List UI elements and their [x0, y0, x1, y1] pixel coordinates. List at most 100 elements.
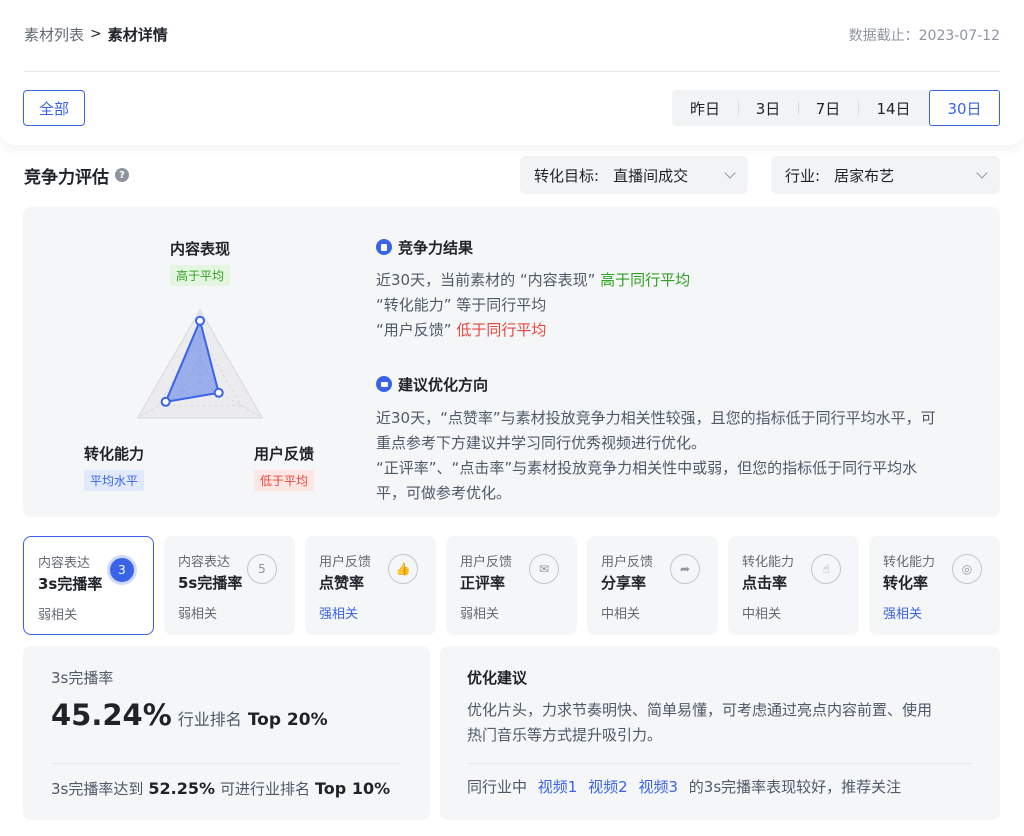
advice-heading: 建议优化方向 [376, 374, 488, 394]
play-3s-icon: 3 [107, 555, 137, 585]
detail-goal-value: 52.25% [148, 779, 215, 798]
radar-axis-feedback: 用户反馈 低于平均 [234, 443, 334, 491]
metric-card-positive-comment-rate[interactable]: 用户反馈 正评率 弱相关 ✉ [446, 536, 577, 635]
detail-goal-prefix: 3s完播率达到 [51, 780, 144, 798]
metric-name: 分享率 [601, 574, 647, 592]
date-range-segmented: 昨日 3日 7日 14日 30日 [672, 90, 1000, 126]
metric-name: 5s完播率 [178, 574, 243, 592]
advice-line: 平，可做参考优化。 [376, 484, 512, 502]
suggestion-line: 优化片头，力求节奏明快、简单易懂，可考虑通过亮点内容前置、使用 [467, 701, 933, 719]
metric-relevance: 弱相关 [38, 608, 78, 623]
advice-line: 重点参考下方建议并学习同行优秀视频进行优化。 [376, 434, 707, 452]
metric-category: 内容表达 [178, 555, 231, 570]
radar-point-content [195, 315, 205, 326]
radar-chart [136, 309, 264, 419]
result-line-conversion: “转化能力” 等于同行平均 [376, 296, 547, 314]
thumbs-up-icon: 👍 [388, 554, 418, 584]
conversion-target-select[interactable]: 转化目标: 直播间成交 [520, 156, 748, 194]
detail-value: 45.24% [51, 698, 172, 732]
comment-icon: ✉ [529, 554, 559, 584]
metric-relevance: 弱相关 [460, 607, 500, 622]
suggestion-text: 优化片头，力求节奏明快、简单易懂，可考虑通过亮点内容前置、使用 热门音乐等方式提… [467, 698, 987, 748]
metric-detail-panel: 3s完播率 45.24% 行业排名 Top 20% 3s完播率达到 52.25%… [23, 646, 430, 820]
radar-point-conversion [160, 396, 171, 407]
status-badge: 平均水平 [83, 470, 144, 491]
detail-goal-row: 3s完播率达到 52.25% 可进行业排名 Top 10% [51, 778, 390, 799]
metric-name: 3s完播率 [38, 575, 103, 593]
metric-category: 转化能力 [883, 555, 936, 570]
breadcrumb-separator: > [90, 26, 102, 42]
result-icon [376, 239, 392, 255]
breadcrumb: 素材列表 > 素材详情 [24, 24, 168, 44]
metric-relevance: 强相关 [319, 607, 359, 622]
result-text: 近30天，当前素材的 “内容表现” 高于同行平均 “转化能力” 等于同行平均 “… [376, 268, 976, 343]
result-line-feedback: “用户反馈” 低于同行平均 [376, 318, 976, 343]
metric-name: 点击率 [742, 574, 788, 592]
radar-axis-content: 内容表现 高于平均 [150, 238, 250, 286]
metric-category: 内容表达 [38, 556, 91, 571]
chevron-down-icon [724, 167, 736, 179]
radar-axis-label: 用户反馈 [253, 445, 314, 463]
detail-value-row: 45.24% 行业排名 Top 20% [51, 698, 328, 732]
range-option-yesterday[interactable]: 昨日 [672, 90, 738, 126]
suggestion-divider [467, 763, 973, 764]
detail-goal-mid: 可进行业排名 [220, 780, 311, 798]
suggestion-line: 热门音乐等方式提升吸引力。 [467, 726, 663, 744]
status-badge: 低于平均 [253, 470, 314, 491]
range-option-30d[interactable]: 30日 [929, 90, 1000, 126]
metric-card-conversion-rate[interactable]: 转化能力 转化率 强相关 ◎ [869, 536, 1000, 635]
radar-axis-label: 转化能力 [83, 445, 144, 463]
range-option-14d[interactable]: 14日 [858, 90, 929, 126]
header-divider [24, 71, 1000, 72]
section-title-text: 竞争力评估 [24, 167, 109, 188]
metric-card-share-rate[interactable]: 用户反馈 分享率 中相关 ➦ [587, 536, 718, 635]
metric-category: 用户反馈 [460, 555, 513, 570]
peer-prefix: 同行业中 [467, 778, 528, 796]
metric-name: 正评率 [460, 574, 506, 592]
detail-rank: Top 20% [247, 710, 328, 730]
industry-select[interactable]: 行业: 居家布艺 [771, 156, 1000, 194]
section-title: 竞争力评估 ? [24, 164, 129, 188]
range-option-3d[interactable]: 3日 [738, 90, 798, 126]
radar-point-feedback [213, 387, 224, 398]
metric-relevance: 中相关 [742, 607, 782, 622]
metric-card-click-rate[interactable]: 转化能力 点击率 中相关 ☝ [728, 536, 859, 635]
click-icon: ☝ [811, 554, 841, 584]
video-link-3[interactable]: 视频3 [638, 778, 678, 796]
video-link-2[interactable]: 视频2 [588, 778, 628, 796]
conversion-target-label: 转化目标: [534, 166, 600, 185]
result-title: 竞争力结果 [398, 238, 474, 257]
conversion-target-value: 直播间成交 [613, 166, 689, 185]
result-heading: 竞争力结果 [376, 237, 473, 257]
result-line-text: “用户反馈” [376, 321, 457, 339]
detail-divider [51, 763, 401, 764]
industry-label: 行业: [785, 166, 821, 185]
result-line-content: 近30天，当前素材的 “内容表现” 高于同行平均 [376, 268, 976, 293]
conversion-icon: ◎ [952, 554, 982, 584]
metric-name: 转化率 [883, 574, 929, 592]
breadcrumb-parent-link[interactable]: 素材列表 [24, 24, 84, 45]
metric-card-3s-completion[interactable]: 内容表达 3s完播率 弱相关 3 [23, 536, 154, 635]
suggestion-title: 优化建议 [467, 669, 528, 687]
metric-card-like-rate[interactable]: 用户反馈 点赞率 强相关 👍 [305, 536, 436, 635]
status-badge: 高于平均 [169, 265, 230, 286]
metric-name: 点赞率 [319, 574, 365, 592]
metric-relevance: 中相关 [601, 607, 641, 622]
metric-category: 转化能力 [742, 555, 795, 570]
question-circle-icon[interactable]: ? [115, 168, 129, 182]
share-icon: ➦ [670, 554, 700, 584]
play-5s-icon: 5 [247, 554, 277, 584]
result-status-higher: 高于同行平均 [600, 271, 691, 289]
metric-category: 用户反馈 [601, 555, 654, 570]
data-cutoff-date: 数据截止：2023-07-12 [848, 28, 1000, 44]
result-status-lower: 低于同行平均 [456, 321, 547, 339]
industry-value: 居家布艺 [834, 166, 895, 185]
metric-relevance: 强相关 [883, 607, 923, 622]
range-option-7d[interactable]: 7日 [798, 90, 858, 126]
all-filter-button[interactable]: 全部 [23, 90, 85, 126]
detail-metric-name: 3s完播率 [51, 669, 114, 687]
suggestion-panel: 优化建议 优化片头，力求节奏明快、简单易懂，可考虑通过亮点内容前置、使用 热门音… [440, 646, 1000, 820]
metric-card-5s-completion[interactable]: 内容表达 5s完播率 弱相关 5 [164, 536, 295, 635]
video-link-1[interactable]: 视频1 [538, 778, 578, 796]
radar-axis-label: 内容表现 [169, 240, 230, 258]
